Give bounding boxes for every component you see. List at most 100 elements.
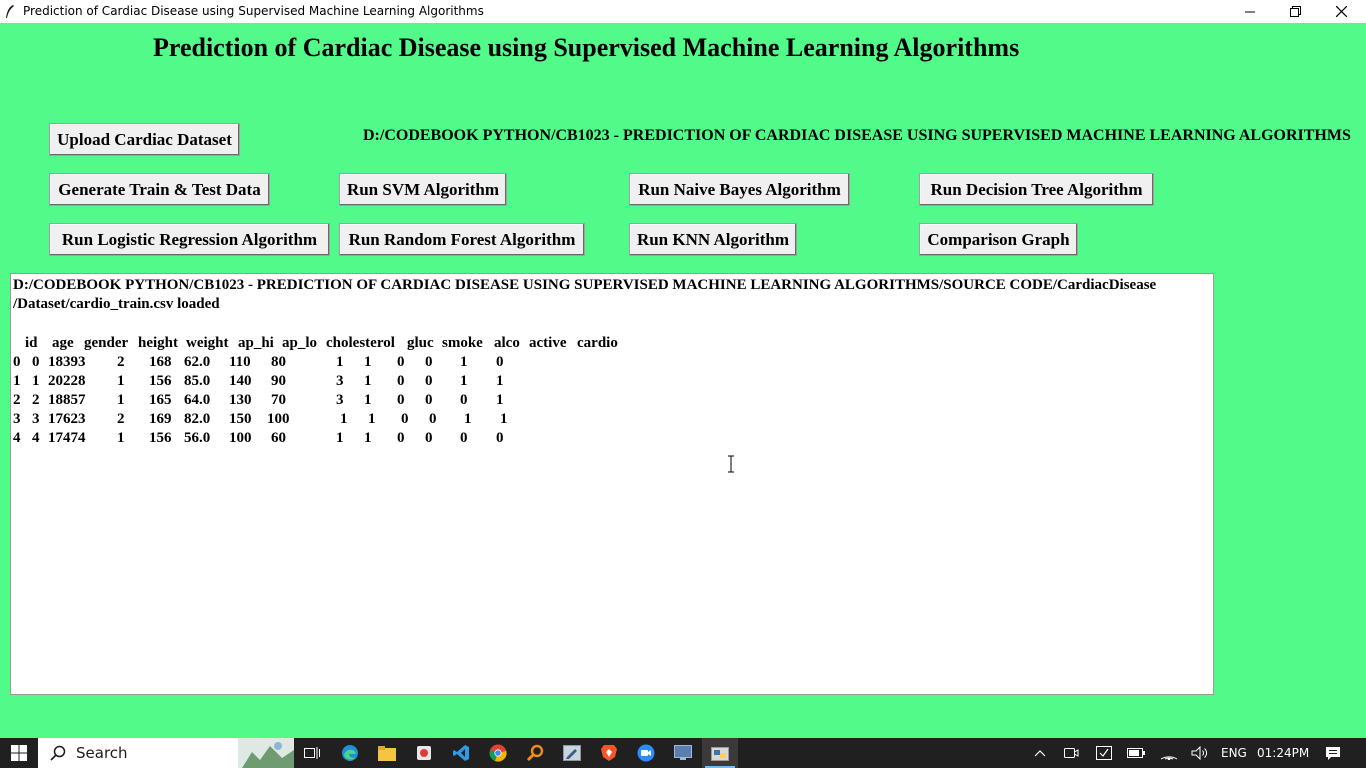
table-cell: 165 — [149, 392, 172, 408]
minimize-button[interactable] — [1227, 0, 1273, 23]
table-cell: 1 — [364, 430, 372, 446]
tray-meet-now[interactable] — [1060, 738, 1082, 768]
notification-center-button[interactable] — [1318, 738, 1348, 768]
search-placeholder: Search — [76, 744, 128, 762]
table-cell: 130 — [229, 392, 252, 408]
tray-volume[interactable] — [1189, 738, 1211, 768]
close-icon — [1335, 6, 1347, 17]
table-cell: 1 — [336, 430, 344, 446]
table-cell: 64.0 — [184, 392, 211, 408]
battery-icon — [1127, 748, 1145, 758]
run-svm-button[interactable]: Run SVM Algorithm — [339, 173, 507, 206]
table-cell: 0 — [496, 354, 504, 370]
taskbar-search-app[interactable] — [517, 738, 553, 768]
tray-overflow-button[interactable] — [1029, 738, 1051, 768]
taskbar-edge[interactable] — [332, 738, 368, 768]
taskbar-remote-app[interactable] — [665, 738, 701, 768]
output-path-line: D:/CODEBOOK PYTHON/CB1023 - PREDICTION O… — [13, 277, 1157, 293]
table-cell: 1 — [460, 354, 468, 370]
table-cell: 60 — [271, 430, 286, 446]
tray-security[interactable] — [1093, 738, 1115, 768]
table-cell: 3 — [13, 411, 21, 427]
device-status-icon — [1096, 746, 1112, 760]
table-cell: 1 — [496, 373, 504, 389]
tray-battery[interactable] — [1125, 738, 1147, 768]
chevron-up-icon — [1034, 750, 1046, 757]
table-cell: 0 — [425, 430, 433, 446]
notification-icon — [1326, 746, 1340, 760]
run-naive-bayes-button[interactable]: Run Naive Bayes Algorithm — [629, 173, 850, 206]
table-cell: 0 — [397, 373, 405, 389]
table-cell: 1 — [364, 354, 372, 370]
comparison-graph-button[interactable]: Comparison Graph — [919, 223, 1078, 256]
task-view-button[interactable] — [295, 738, 329, 768]
table-cell: 0 — [425, 392, 433, 408]
table-cell: 82.0 — [184, 411, 211, 427]
table-cell: 4 — [32, 430, 40, 446]
table-cell: 3 — [336, 392, 344, 408]
magnifier-app-icon — [526, 744, 544, 762]
restore-icon — [1289, 6, 1301, 17]
dataset-path-label: D:/CODEBOOK PYTHON/CB1023 - PREDICTION O… — [363, 127, 1351, 144]
table-cell: 0 — [397, 392, 405, 408]
table-cell: 0 — [425, 354, 433, 370]
table-cell: 70 — [271, 392, 286, 408]
table-cell: 2 — [117, 354, 125, 370]
table-cell: 18393 — [48, 354, 86, 370]
run-knn-button[interactable]: Run KNN Algorithm — [629, 223, 797, 256]
clock[interactable]: 01:24PM — [1257, 738, 1309, 768]
taskbar-editor-app[interactable] — [554, 738, 590, 768]
webcam-icon — [1064, 748, 1079, 758]
remote-desktop-icon — [674, 745, 692, 760]
text-cursor-icon — [728, 455, 734, 473]
table-cell: 0 — [460, 430, 468, 446]
table-header-cell: smoke — [442, 335, 483, 351]
restore-button[interactable] — [1272, 0, 1318, 23]
table-cell: 150 — [229, 411, 252, 427]
tray-wifi[interactable] — [1158, 738, 1180, 768]
table-cell: 1 — [364, 373, 372, 389]
table-cell: 0 — [32, 354, 40, 370]
table-cell: 4 — [13, 430, 21, 446]
run-logistic-regression-button[interactable]: Run Logistic Regression Algorithm — [49, 223, 330, 256]
taskbar-brave[interactable] — [591, 738, 627, 768]
window-title-bar: Prediction of Cardiac Disease using Supe… — [0, 0, 1366, 23]
taskbar: Search ENG 01:24PM — [0, 738, 1366, 768]
taskbar-app-red[interactable] — [406, 738, 442, 768]
speaker-icon — [1191, 746, 1207, 760]
taskbar-file-explorer[interactable] — [369, 738, 405, 768]
generate-train-test-button[interactable]: Generate Train & Test Data — [49, 173, 270, 206]
run-random-forest-button[interactable]: Run Random Forest Algorithm — [339, 223, 585, 256]
table-cell: 62.0 — [184, 354, 211, 370]
table-cell: 0 — [460, 392, 468, 408]
start-button[interactable] — [0, 738, 37, 768]
search-icon — [50, 745, 66, 761]
python-window-icon — [711, 747, 729, 761]
table-cell: 110 — [229, 354, 251, 370]
table-cell: 1 — [368, 411, 376, 427]
table-cell: 1 — [340, 411, 348, 427]
taskbar-zoom[interactable] — [628, 738, 664, 768]
table-header-cell: height — [138, 335, 179, 351]
output-text-area[interactable]: D:/CODEBOOK PYTHON/CB1023 - PREDICTION O… — [10, 273, 1214, 695]
python-feather-icon — [6, 5, 14, 18]
table-cell: 3 — [336, 373, 344, 389]
taskbar-chrome[interactable] — [480, 738, 516, 768]
taskbar-python-active[interactable] — [702, 738, 738, 768]
windows-logo-icon — [10, 745, 27, 761]
table-cell: 0 — [401, 411, 409, 427]
close-button[interactable] — [1318, 0, 1364, 23]
taskbar-vscode[interactable] — [443, 738, 479, 768]
language-indicator[interactable]: ENG — [1221, 738, 1247, 768]
table-cell: 18857 — [48, 392, 86, 408]
upload-dataset-button[interactable]: Upload Cardiac Dataset — [49, 123, 240, 156]
table-header-cell: alco — [494, 335, 520, 351]
table-cell: 100 — [229, 430, 252, 446]
zoom-app-icon — [637, 744, 655, 762]
table-cell: 90 — [271, 373, 286, 389]
taskbar-search-box[interactable]: Search — [38, 738, 294, 768]
wifi-icon — [1160, 756, 1178, 760]
run-decision-tree-button[interactable]: Run Decision Tree Algorithm — [919, 173, 1154, 206]
table-header-cell: gluc — [407, 335, 434, 351]
table-cell: 3 — [32, 411, 40, 427]
